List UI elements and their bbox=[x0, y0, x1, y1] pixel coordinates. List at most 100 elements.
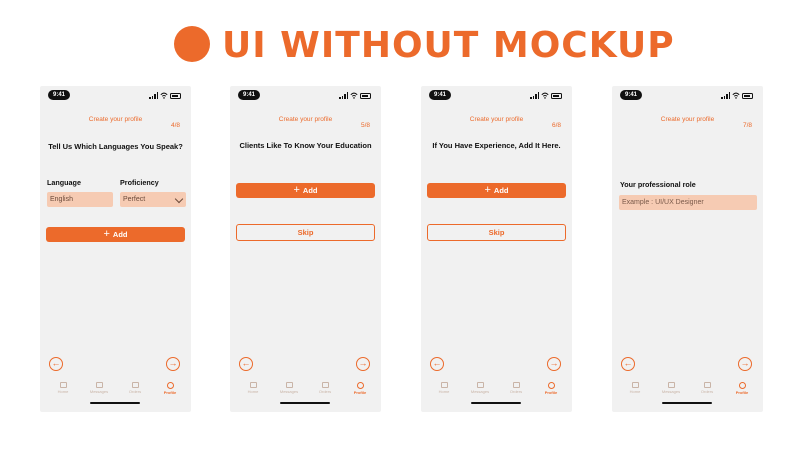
role-label: Your professional role bbox=[620, 180, 696, 189]
tab-bar: Home Messages Orders Profile bbox=[40, 380, 191, 400]
step-counter: 4/8 bbox=[170, 122, 180, 129]
forward-arrow-icon[interactable]: → bbox=[738, 357, 752, 371]
language-label: Language bbox=[47, 178, 81, 187]
status-time: 9:41 bbox=[620, 90, 642, 100]
header-title: Create your profile bbox=[278, 116, 333, 123]
back-arrow-icon[interactable]: ← bbox=[430, 357, 444, 371]
add-button-label: Add bbox=[302, 186, 318, 195]
tab-home[interactable]: Home bbox=[240, 382, 266, 394]
role-input[interactable]: Example : UI/UX Designer bbox=[619, 195, 757, 210]
status-bar: 9:41 bbox=[230, 86, 381, 102]
home-icon bbox=[631, 382, 639, 388]
back-arrow-icon[interactable]: ← bbox=[49, 357, 63, 371]
status-bar: 9:41 bbox=[40, 86, 191, 102]
wifi-icon bbox=[732, 92, 740, 99]
tab-messages[interactable]: Messages bbox=[467, 382, 493, 394]
add-button-label: Add bbox=[493, 186, 509, 195]
wifi-icon bbox=[350, 92, 358, 99]
orders-icon bbox=[321, 382, 329, 388]
battery-icon bbox=[551, 93, 562, 99]
plus-icon: + bbox=[484, 184, 491, 196]
tab-messages[interactable]: Messages bbox=[658, 382, 684, 394]
chat-icon bbox=[95, 382, 103, 388]
back-arrow-icon[interactable]: ← bbox=[621, 357, 635, 371]
status-bar: 9:41 bbox=[421, 86, 572, 102]
plus-icon: + bbox=[293, 184, 300, 196]
question-title: Clients Like To Know Your Education bbox=[239, 141, 372, 150]
skip-button[interactable]: Skip bbox=[236, 224, 375, 241]
tab-home[interactable]: Home bbox=[622, 382, 648, 394]
signal-icon bbox=[339, 92, 348, 99]
proficiency-label: Proficiency bbox=[120, 178, 159, 187]
orders-icon bbox=[512, 382, 520, 388]
tab-profile[interactable]: Profile bbox=[729, 382, 755, 395]
forward-arrow-icon[interactable]: → bbox=[547, 357, 561, 371]
tab-bar: Home Messages Orders Profile bbox=[421, 380, 572, 400]
signal-icon bbox=[149, 92, 158, 99]
chevron-down-icon bbox=[174, 194, 184, 204]
status-bar: 9:41 bbox=[612, 86, 763, 102]
add-language-button[interactable]: + Add bbox=[46, 227, 185, 242]
tab-home[interactable]: Home bbox=[50, 382, 76, 394]
battery-icon bbox=[360, 93, 371, 99]
phone-screen-languages: 9:41 Create your profile 4/8 Tell Us Whi… bbox=[40, 86, 191, 412]
status-time: 9:41 bbox=[429, 90, 451, 100]
add-button-label: Add bbox=[112, 230, 128, 239]
add-experience-button[interactable]: + Add bbox=[427, 183, 566, 198]
home-icon bbox=[59, 382, 67, 388]
step-counter: 7/8 bbox=[742, 122, 752, 129]
tab-messages[interactable]: Messages bbox=[86, 382, 112, 394]
back-arrow-icon[interactable]: ← bbox=[239, 357, 253, 371]
tab-messages[interactable]: Messages bbox=[276, 382, 302, 394]
step-counter: 5/8 bbox=[360, 122, 370, 129]
tab-profile[interactable]: Profile bbox=[157, 382, 183, 395]
language-input[interactable]: English bbox=[47, 192, 113, 207]
home-indicator bbox=[471, 402, 521, 404]
proficiency-select[interactable]: Perfect bbox=[120, 192, 186, 207]
profile-icon bbox=[738, 382, 746, 389]
forward-arrow-icon[interactable]: → bbox=[166, 357, 180, 371]
chat-icon bbox=[285, 382, 293, 388]
header-title: Create your profile bbox=[88, 116, 143, 123]
status-time: 9:41 bbox=[48, 90, 70, 100]
status-time: 9:41 bbox=[238, 90, 260, 100]
phone-screen-experience: 9:41 Create your profile 6/8 If You Have… bbox=[421, 86, 572, 412]
add-education-button[interactable]: + Add bbox=[236, 183, 375, 198]
orders-icon bbox=[703, 382, 711, 388]
tab-profile[interactable]: Profile bbox=[347, 382, 373, 395]
tab-profile[interactable]: Profile bbox=[538, 382, 564, 395]
plus-icon: + bbox=[103, 228, 110, 240]
battery-icon bbox=[170, 93, 181, 99]
banner-dot-icon bbox=[174, 26, 210, 62]
banner: UI WITHOUT MOCKUP bbox=[0, 24, 800, 68]
question-title: Tell Us Which Languages You Speak? bbox=[48, 142, 183, 151]
forward-arrow-icon[interactable]: → bbox=[356, 357, 370, 371]
step-counter: 6/8 bbox=[551, 122, 561, 129]
home-icon bbox=[440, 382, 448, 388]
tab-bar: Home Messages Orders Profile bbox=[230, 380, 381, 400]
banner-title: UI WITHOUT MOCKUP bbox=[222, 25, 675, 66]
signal-icon bbox=[721, 92, 730, 99]
chat-icon bbox=[667, 382, 675, 388]
proficiency-value: Perfect bbox=[123, 196, 146, 203]
tab-home[interactable]: Home bbox=[431, 382, 457, 394]
header-title: Create your profile bbox=[660, 116, 715, 123]
tab-orders[interactable]: Orders bbox=[312, 382, 338, 394]
wifi-icon bbox=[160, 92, 168, 99]
home-indicator bbox=[662, 402, 712, 404]
header-title: Create your profile bbox=[469, 116, 524, 123]
tab-orders[interactable]: Orders bbox=[694, 382, 720, 394]
signal-icon bbox=[530, 92, 539, 99]
home-icon bbox=[249, 382, 257, 388]
wifi-icon bbox=[541, 92, 549, 99]
chat-icon bbox=[476, 382, 484, 388]
tab-orders[interactable]: Orders bbox=[503, 382, 529, 394]
tab-bar: Home Messages Orders Profile bbox=[612, 380, 763, 400]
skip-button[interactable]: Skip bbox=[427, 224, 566, 241]
question-title: If You Have Experience, Add It Here. bbox=[432, 141, 561, 150]
home-indicator bbox=[90, 402, 140, 404]
profile-icon bbox=[547, 382, 555, 389]
tab-orders[interactable]: Orders bbox=[122, 382, 148, 394]
battery-icon bbox=[742, 93, 753, 99]
profile-icon bbox=[356, 382, 364, 389]
